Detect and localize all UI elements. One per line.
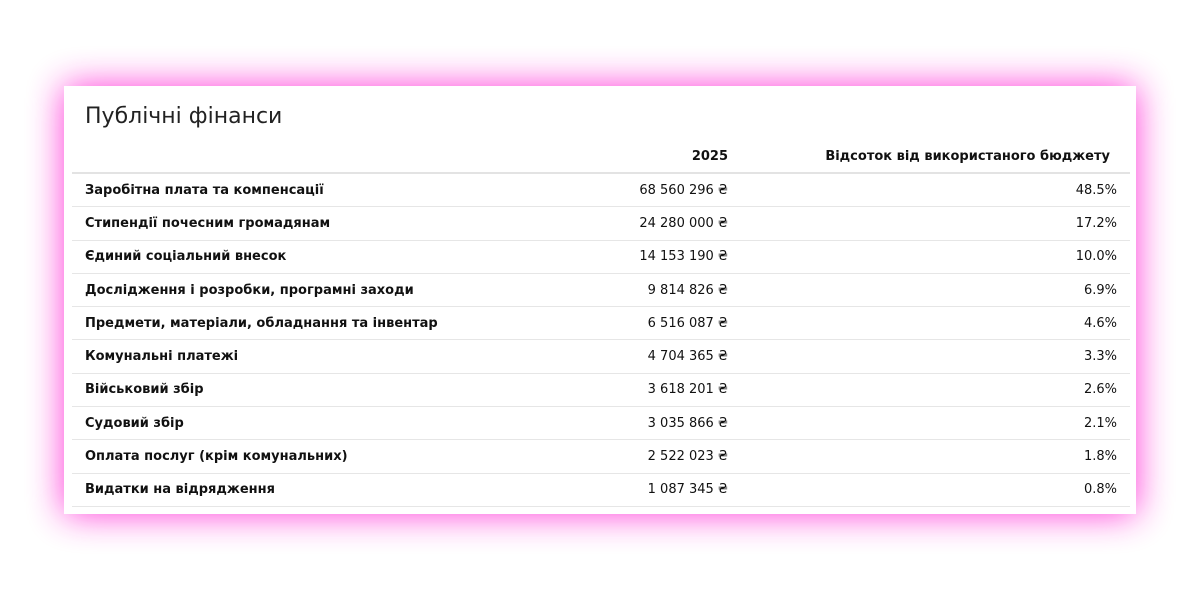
row-amount: 68 560 296 ₴ [565,173,742,208]
row-percent: 17.2% [742,206,1130,241]
table-body: Заробітна плата та компенсації 68 560 29… [72,173,1130,507]
table-row: Єдиний соціальний внесок 14 153 190 ₴ 10… [72,240,1130,274]
header-name [72,140,565,174]
row-percent: 3.3% [742,339,1130,374]
row-name: Військовий збір [72,373,565,408]
row-percent: 0.8% [742,473,1130,507]
row-name: Дослідження і розробки, програмні заходи [72,273,565,308]
row-name: Комунальні платежі [72,339,565,374]
table-row: Видатки на відрядження 1 087 345 ₴ 0.8% [72,473,1130,507]
row-percent: 2.1% [742,406,1130,441]
table-header-row: 2025 Відсоток від використаного бюджету [72,140,1130,174]
row-amount: 6 516 087 ₴ [565,306,742,341]
row-amount: 14 153 190 ₴ [565,240,742,274]
row-amount: 3 035 866 ₴ [565,406,742,441]
row-amount: 4 704 365 ₴ [565,339,742,374]
row-percent: 6.9% [742,273,1130,308]
row-amount: 1 087 345 ₴ [565,473,742,507]
row-name: Стипендії почесним громадянам [72,206,565,241]
row-amount: 2 522 023 ₴ [565,439,742,474]
row-amount: 3 618 201 ₴ [565,373,742,408]
row-name: Єдиний соціальний внесок [72,240,565,274]
row-name: Заробітна плата та компенсації [72,173,565,208]
row-name: Судовий збір [72,406,565,441]
row-percent: 1.8% [742,439,1130,474]
row-percent: 48.5% [742,173,1130,208]
row-name: Предмети, матеріали, обладнання та інвен… [72,306,565,341]
finance-table: 2025 Відсоток від використаного бюджету … [72,140,1130,507]
table-row: Предмети, матеріали, обладнання та інвен… [72,306,1130,341]
row-percent: 4.6% [742,306,1130,341]
table-row: Судовий збір 3 035 866 ₴ 2.1% [72,406,1130,441]
row-percent: 10.0% [742,240,1130,274]
row-amount: 24 280 000 ₴ [565,206,742,241]
row-name: Оплата послуг (крім комунальних) [72,439,565,474]
table-row: Заробітна плата та компенсації 68 560 29… [72,173,1130,208]
row-percent: 2.6% [742,373,1130,408]
row-amount: 9 814 826 ₴ [565,273,742,308]
header-2025: 2025 [565,140,742,174]
header-percent: Відсоток від використаного бюджету [742,140,1130,174]
row-name: Видатки на відрядження [72,473,565,507]
table-row: Стипендії почесним громадянам 24 280 000… [72,206,1130,241]
table-row: Комунальні платежі 4 704 365 ₴ 3.3% [72,339,1130,374]
table-row: Військовий збір 3 618 201 ₴ 2.6% [72,373,1130,408]
table-row: Дослідження і розробки, програмні заходи… [72,273,1130,308]
page-title: Публічні фінанси [85,104,283,129]
public-finance-card: Публічні фінанси 2025 Відсоток від викор… [64,86,1136,514]
table-row: Оплата послуг (крім комунальних) 2 522 0… [72,439,1130,474]
